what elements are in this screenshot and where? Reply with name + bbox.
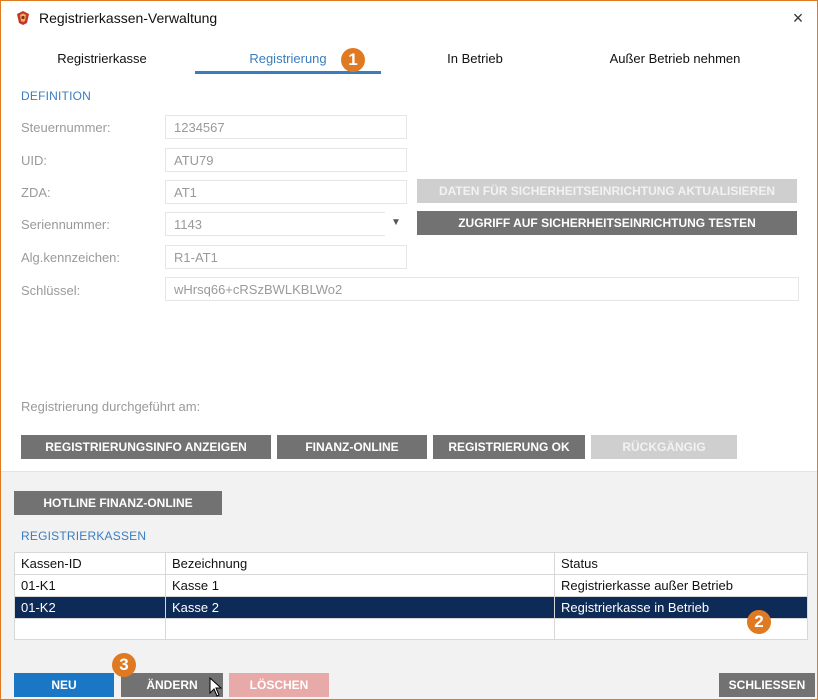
cell-bezeichnung: Kasse 2 xyxy=(165,596,555,619)
window-title: Registrierkassen-Verwaltung xyxy=(39,10,218,26)
alg-kennzeichen-label: Alg.kennzeichen: xyxy=(21,250,121,265)
kassen-table: Kassen-ID Bezeichnung Status 01-K1 Kasse… xyxy=(14,552,808,640)
schluessel-field[interactable]: wHrsq66+cRSzBWLKBLWo2 xyxy=(165,277,799,301)
zda-field[interactable]: AT1 xyxy=(165,180,407,204)
update-security-data-button[interactable]: DATEN FÜR SICHERHEITSEINRICHTUNG AKTUALI… xyxy=(417,179,797,203)
schluessel-label: Schlüssel: xyxy=(21,283,81,298)
table-row[interactable]: 01-K1 Kasse 1 Registrierkasse außer Betr… xyxy=(14,574,808,597)
table-header-row: Kassen-ID Bezeichnung Status xyxy=(14,552,808,575)
annotation-badge-1: 1 xyxy=(341,48,365,72)
alg-kennzeichen-field[interactable]: R1-AT1 xyxy=(165,245,407,269)
cell-bezeichnung: Kasse 1 xyxy=(165,574,555,597)
registrierung-ok-button[interactable]: REGISTRIERUNG OK xyxy=(433,435,585,459)
registrierung-durchgefuehrt-label: Registrierung durchgeführt am: xyxy=(21,399,201,414)
test-security-access-button[interactable]: ZUGRIFF AUF SICHERHEITSEINRICHTUNG TESTE… xyxy=(417,211,797,235)
annotation-badge-2: 2 xyxy=(747,610,771,634)
cell-kassen-id: 01-K1 xyxy=(14,574,166,597)
steuernummer-field[interactable]: 1234567 xyxy=(165,115,407,139)
cell-kassen-id: 01-K2 xyxy=(14,596,166,619)
definition-title: DEFINITION xyxy=(21,89,91,103)
aendern-button[interactable]: ÄNDERN xyxy=(121,673,223,697)
tab-bar: Registrierkasse Registrierung In Betrieb… xyxy=(1,51,817,74)
seriennummer-label: Seriennummer: xyxy=(21,217,110,232)
column-header-status[interactable]: Status xyxy=(554,552,808,575)
table-row-empty xyxy=(14,618,808,640)
neu-button[interactable]: NEU xyxy=(14,673,114,697)
schliessen-button[interactable]: SCHLIESSEN xyxy=(719,673,815,697)
tab-ausser-betrieb[interactable]: Außer Betrieb nehmen xyxy=(575,51,775,71)
uid-label: UID: xyxy=(21,153,47,168)
chevron-down-icon[interactable]: ▼ xyxy=(391,217,401,228)
annotation-badge-3: 3 xyxy=(112,653,136,677)
hotline-finanz-online-button[interactable]: HOTLINE FINANZ-ONLINE xyxy=(14,491,222,515)
tab-in-betrieb[interactable]: In Betrieb xyxy=(425,51,525,71)
cell-status: Registrierkasse außer Betrieb xyxy=(554,574,808,597)
rueckgaengig-button[interactable]: RÜCKGÄNGIG xyxy=(591,435,737,459)
cell-status: Registrierkasse in Betrieb xyxy=(554,596,808,619)
column-header-bezeichnung[interactable]: Bezeichnung xyxy=(165,552,555,575)
registrierkassen-dialog: Registrierkassen-Verwaltung × Registrier… xyxy=(0,0,818,700)
mouse-pointer-icon xyxy=(209,676,223,700)
finanz-online-button[interactable]: FINANZ-ONLINE xyxy=(277,435,427,459)
registrierkassen-title: REGISTRIERKASSEN xyxy=(21,529,147,543)
close-icon[interactable]: × xyxy=(785,6,811,30)
steuernummer-label: Steuernummer: xyxy=(21,120,111,135)
title-bar: Registrierkassen-Verwaltung × xyxy=(1,1,817,35)
uid-field[interactable]: ATU79 xyxy=(165,148,407,172)
tab-registrierkasse[interactable]: Registrierkasse xyxy=(37,51,167,71)
loeschen-button[interactable]: LÖSCHEN xyxy=(229,673,329,697)
column-header-kassen-id[interactable]: Kassen-ID xyxy=(14,552,166,575)
table-row-selected[interactable]: 01-K2 Kasse 2 Registrierkasse in Betrieb xyxy=(14,596,808,619)
app-logo-icon xyxy=(15,10,31,26)
zda-label: ZDA: xyxy=(21,185,51,200)
seriennummer-select[interactable]: 1143 xyxy=(165,212,385,236)
registrierungsinfo-button[interactable]: REGISTRIERUNGSINFO ANZEIGEN xyxy=(21,435,271,459)
